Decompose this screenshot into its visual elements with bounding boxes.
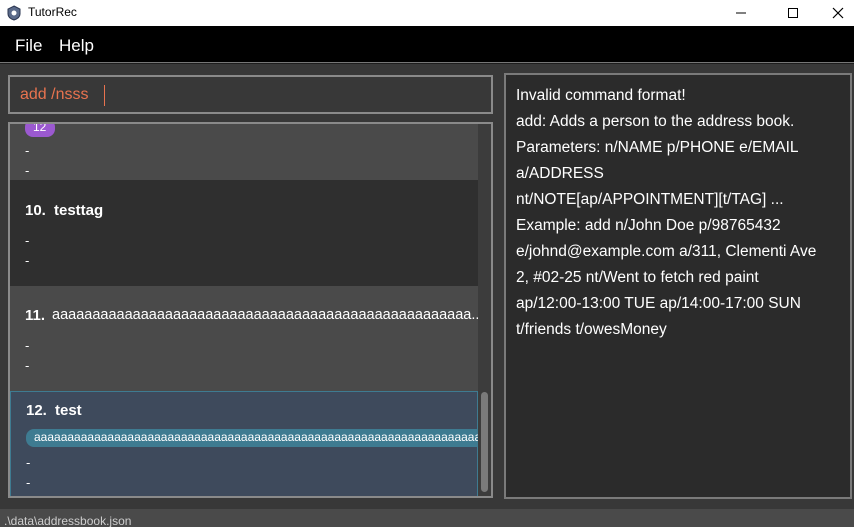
person-card[interactable]: 11. aaaaaaaaaaaaaaaaaaaaaaaaaaaaaaaaaaaa… — [10, 286, 483, 391]
person-name: test — [55, 402, 82, 419]
person-detail: - — [25, 144, 30, 158]
minimize-button[interactable] — [718, 0, 764, 26]
person-list[interactable]: 12 - - 10. testtag - - 11. aaaaaaaaaaaaa… — [8, 122, 493, 498]
person-index: 11. — [25, 307, 46, 324]
person-detail: - — [26, 456, 31, 470]
person-detail: - — [25, 254, 30, 268]
maximize-icon — [788, 8, 798, 18]
person-name: aaaaaaaaaaaaaaaaaaaaaaaaaaaaaaaaaaaaaaaa… — [52, 307, 484, 323]
command-input[interactable] — [20, 84, 480, 106]
status-bar: .\data\addressbook.json — [0, 509, 854, 527]
text-caret — [104, 85, 105, 106]
person-detail: - — [25, 339, 30, 353]
title-bar: TutorRec — [0, 0, 854, 26]
tag-badge: 12 — [25, 124, 55, 137]
app-icon — [7, 5, 21, 21]
command-box[interactable] — [8, 75, 493, 114]
close-icon — [832, 7, 844, 19]
person-detail: - — [25, 359, 30, 373]
minimize-icon — [736, 12, 746, 14]
scrollbar-thumb[interactable] — [481, 392, 488, 492]
person-index: 10. — [25, 202, 46, 219]
person-index: 12. — [26, 402, 47, 419]
person-detail: - — [25, 164, 30, 178]
person-card[interactable]: 10. testtag - - — [10, 180, 478, 286]
window-title: TutorRec — [28, 5, 77, 19]
person-card[interactable]: 12 - - — [10, 124, 478, 180]
menu-file[interactable]: File — [15, 36, 42, 56]
list-scrollbar[interactable] — [478, 124, 491, 496]
close-button[interactable] — [815, 0, 854, 26]
person-name: testtag — [54, 202, 104, 219]
person-detail: - — [25, 234, 30, 248]
tag-badge: aaaaaaaaaaaaaaaaaaaaaaaaaaaaaaaaaaaaaaaa… — [26, 429, 478, 447]
maximize-button[interactable] — [770, 0, 816, 26]
menu-help[interactable]: Help — [59, 36, 94, 56]
save-location: .\data\addressbook.json — [4, 514, 132, 527]
person-detail: - — [26, 476, 31, 490]
result-message: Invalid command format! add: Adds a pers… — [516, 87, 817, 338]
result-display: Invalid command format! add: Adds a pers… — [504, 73, 852, 499]
person-card-selected[interactable]: 12. test aaaaaaaaaaaaaaaaaaaaaaaaaaaaaaa… — [10, 391, 478, 496]
menu-bar: File Help — [0, 26, 854, 63]
